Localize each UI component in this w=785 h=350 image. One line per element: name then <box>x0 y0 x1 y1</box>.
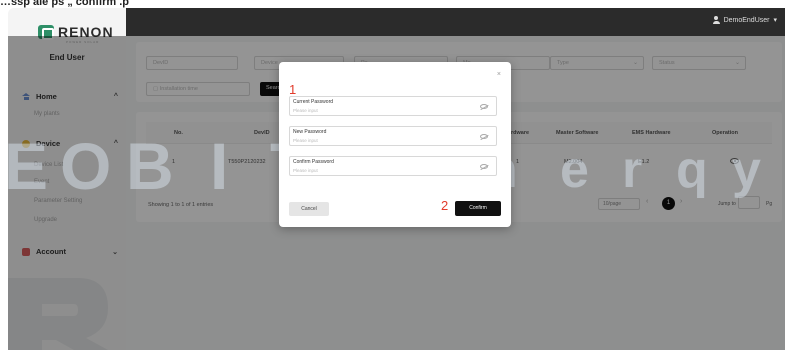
confirm-password-input[interactable]: Please input <box>293 168 318 173</box>
current-password-field[interactable]: Current Password Please input <box>289 96 497 116</box>
eye-off-icon[interactable] <box>480 164 488 169</box>
step-annotation-2: 2 <box>441 198 449 213</box>
eye-off-icon[interactable] <box>480 134 488 139</box>
new-password-label: New Password <box>293 129 327 135</box>
current-password-input[interactable]: Please input <box>293 108 318 113</box>
cancel-button[interactable]: Cancel <box>289 202 329 216</box>
eye-off-icon[interactable] <box>480 104 488 109</box>
confirm-password-field[interactable]: Confirm Password Please input <box>289 156 497 176</box>
step-annotation-1: 1 <box>289 82 297 97</box>
confirm-password-label: Confirm Password <box>293 159 334 165</box>
change-password-modal: × 1 Current Password Please input New Pa… <box>279 62 511 227</box>
user-icon <box>712 16 720 24</box>
current-password-label: Current Password <box>293 99 334 105</box>
new-password-input[interactable]: Please input <box>293 138 318 143</box>
confirm-button[interactable]: Confirm <box>455 201 501 216</box>
image-caption: …ssp ale ps „ confirm .p <box>0 0 129 8</box>
chevron-down-icon: ▾ <box>773 17 777 24</box>
app-page: …ssp ale ps „ confirm .p DemoEndUser ▾ R… <box>0 0 785 350</box>
user-name: DemoEndUser <box>723 16 770 24</box>
close-icon[interactable]: × <box>497 71 501 78</box>
top-bar: DemoEndUser ▾ <box>120 8 785 36</box>
user-menu[interactable]: DemoEndUser ▾ <box>712 16 777 24</box>
new-password-field[interactable]: New Password Please input <box>289 126 497 146</box>
